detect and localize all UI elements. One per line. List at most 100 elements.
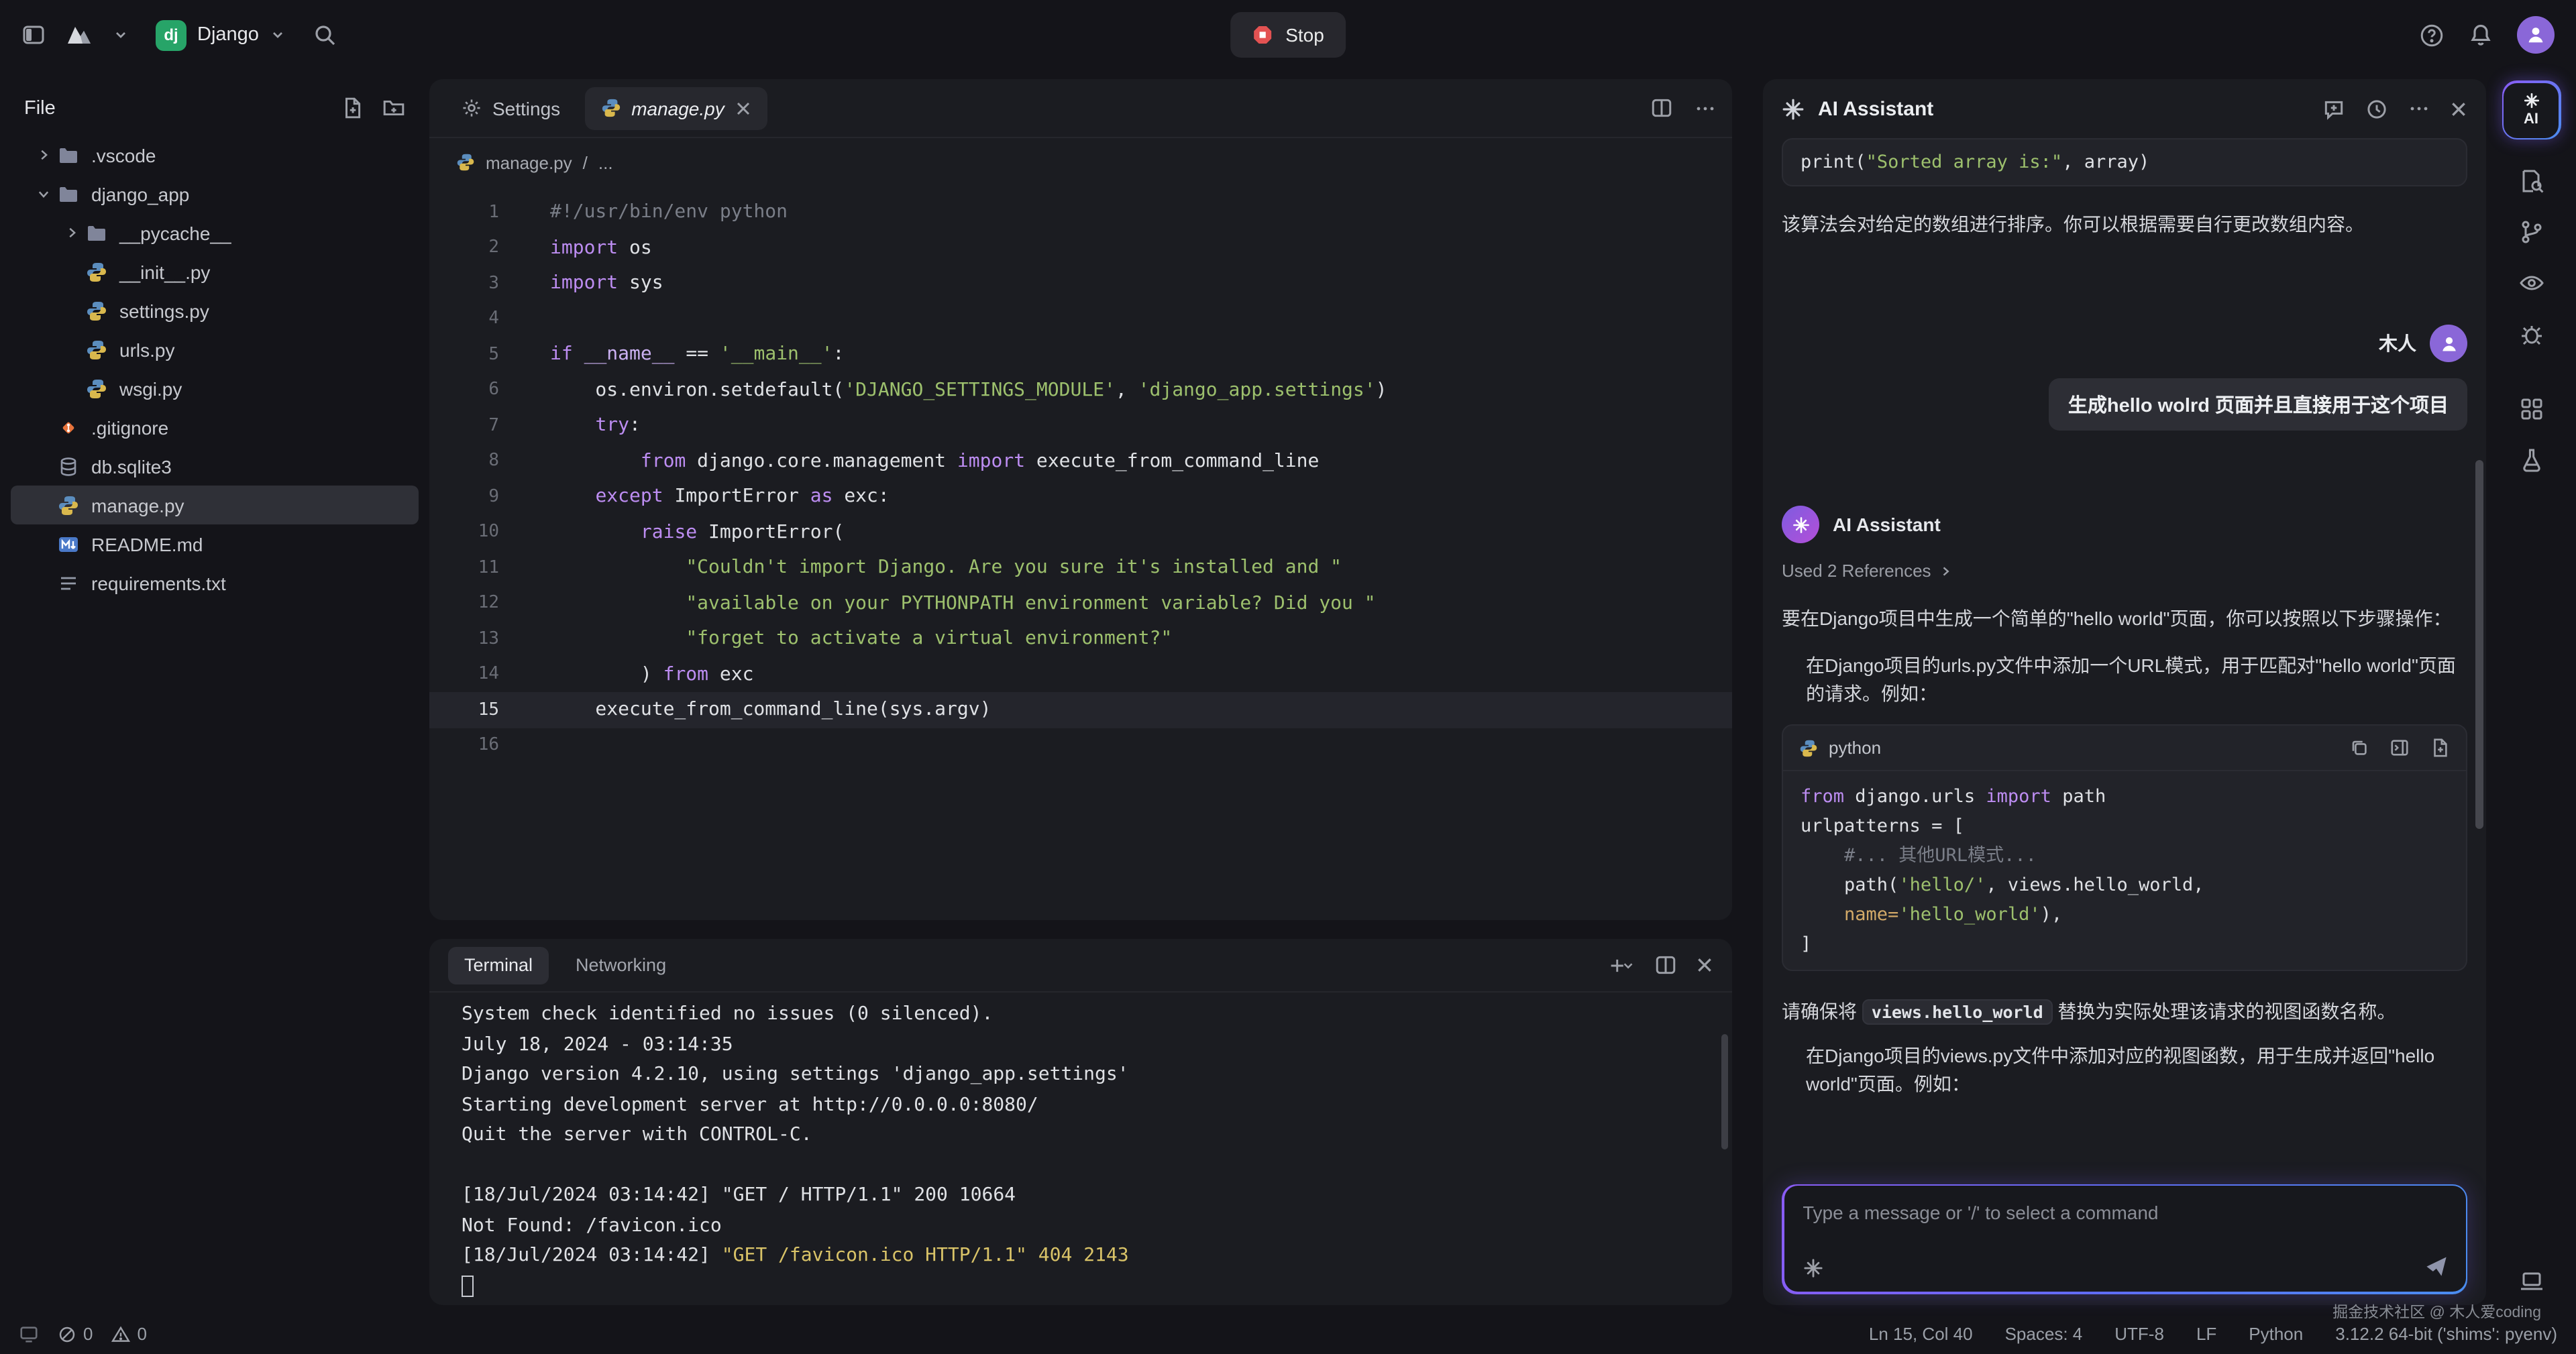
close-icon[interactable] [2450,97,2467,120]
breadcrumb[interactable]: manage.py / ... [429,138,1732,186]
code-line[interactable]: 11 "Couldn't import Django. Are you sure… [429,550,1732,585]
split-terminal-icon[interactable] [1654,954,1677,976]
breadcrumb-more[interactable]: ... [598,152,613,172]
bug-icon[interactable] [2508,311,2554,357]
code-line[interactable]: 9 except ImportError as exc: [429,479,1732,514]
terminal-scrollbar[interactable] [1721,1034,1728,1149]
tab-networking[interactable]: Networking [559,946,682,984]
fleet-logo-icon[interactable] [64,23,94,47]
file-tree-item[interactable]: manage.py [11,486,419,524]
file-tree-item[interactable]: urls.py [11,330,419,369]
tab-terminal[interactable]: Terminal [448,946,549,984]
terminal-output[interactable]: System check identified no issues (0 sil… [429,993,1732,1305]
user-message-bubble: 生成hello wolrd 页面并且直接用于这个项目 [2049,378,2467,431]
tab-settings[interactable]: Settings [445,87,576,129]
editor-tab-bar: Settings manage.py [429,79,1732,138]
file-tree-item[interactable]: __pycache__ [11,213,419,252]
terminal-line: Django version 4.2.10, using settings 'd… [462,1064,1732,1094]
insert-to-editor-icon[interactable] [2390,738,2410,758]
code-line[interactable]: 5if __name__ == '__main__': [429,337,1732,372]
terminal-line: July 18, 2024 - 03:14:35 [462,1033,1732,1064]
eye-icon[interactable] [2508,260,2554,306]
references-toggle[interactable]: Used 2 References [1782,561,2467,581]
stop-button[interactable]: Stop [1230,12,1346,58]
file-tree-item[interactable]: __init__.py [11,252,419,291]
code-line[interactable]: 3import sys [429,266,1732,301]
status-item[interactable]: Ln 15, Col 40 [1869,1324,1973,1344]
history-icon[interactable] [2365,97,2388,120]
chat-scrollbar[interactable] [2475,460,2483,829]
folder-icon [56,144,80,166]
user-message-header: 木人 [1782,325,2467,362]
file-tree-item[interactable]: settings.py [11,291,419,330]
chevron-down-icon[interactable] [113,27,129,43]
notifications-bell-icon[interactable] [2469,23,2493,47]
ai-tool-button[interactable]: AI [2502,80,2561,139]
code-line[interactable]: 15 execute_from_command_line(sys.argv) [429,692,1732,728]
help-icon[interactable] [2419,22,2445,48]
code-line[interactable]: 14 ) from exc [429,657,1732,692]
user-name: 木人 [2379,330,2416,357]
search-files-icon[interactable] [2508,158,2554,204]
open-in-new-file-icon[interactable] [2430,738,2450,758]
status-item[interactable]: Python [2249,1324,2303,1344]
close-icon[interactable] [1696,956,1713,974]
new-chat-icon[interactable] [2322,97,2345,120]
user-avatar[interactable] [2517,16,2555,54]
new-folder-icon[interactable] [382,97,405,119]
code-line[interactable]: 6 os.environ.setdefault('DJANGO_SETTINGS… [429,372,1732,408]
more-icon[interactable] [1695,97,1716,119]
file-tree-item[interactable]: db.sqlite3 [11,447,419,486]
code-line[interactable]: 1#!/usr/bin/env python [429,194,1732,230]
code-editor[interactable]: 1#!/usr/bin/env python2import os3import … [429,186,1732,920]
line-number: 8 [429,451,526,471]
status-item[interactable]: 3.12.2 64-bit ('shims': pyenv) [2335,1324,2557,1344]
stop-label: Stop [1285,24,1324,46]
code-line[interactable]: 7 try: [429,408,1732,443]
flask-icon[interactable] [2508,437,2554,483]
code-line[interactable]: 12 "available on your PYTHONPATH environ… [429,585,1732,621]
display-icon[interactable] [19,1324,39,1344]
toggle-left-panel-icon[interactable] [21,23,46,47]
new-file-icon[interactable] [341,97,364,119]
close-icon[interactable] [735,100,751,116]
code-line[interactable]: 16 [429,728,1732,763]
code-line[interactable]: 8 from django.core.management import exe… [429,443,1732,479]
git-branch-icon[interactable] [2508,209,2554,255]
file-name: README.md [80,533,203,555]
status-item[interactable]: UTF-8 [2114,1324,2164,1344]
send-icon[interactable] [2424,1254,2448,1278]
code-line[interactable]: 13 "forget to activate a virtual environ… [429,621,1732,657]
chevron-down-icon[interactable] [30,186,56,201]
new-terminal-icon[interactable] [1609,956,1635,974]
warning-count[interactable]: 0 [111,1324,146,1344]
line-number: 13 [429,629,526,649]
file-tree-item[interactable]: wsgi.py [11,369,419,408]
chevron-right-icon[interactable] [58,225,85,240]
code-line[interactable]: 10 raise ImportError( [429,514,1732,550]
split-editor-icon[interactable] [1650,97,1673,119]
chevron-right-icon[interactable] [30,148,56,162]
file-tree-item[interactable]: README.md [11,524,419,563]
code-line[interactable]: 4 [429,301,1732,337]
workspace-selector[interactable]: dj Django [148,14,294,56]
line-number: 15 [429,700,526,720]
file-tree-item[interactable]: django_app [11,174,419,213]
code-line[interactable]: 2import os [429,230,1732,266]
more-icon[interactable] [2408,97,2430,120]
tab-manage-py[interactable]: manage.py [584,87,767,129]
status-item[interactable]: Spaces: 4 [2005,1324,2083,1344]
file-tree-item[interactable]: .gitignore [11,408,419,447]
grid-icon[interactable] [2508,386,2554,432]
search-icon[interactable] [313,23,337,47]
laptop-icon[interactable] [2508,1257,2554,1303]
status-item[interactable]: LF [2196,1324,2216,1344]
file-tree-item[interactable]: .vscode [11,135,419,174]
workspace-name: Django [197,24,259,46]
chat-input[interactable] [1803,1202,2395,1223]
commands-sparkle-icon[interactable] [1803,1258,1823,1278]
error-count[interactable]: 0 [58,1324,93,1344]
chat-messages: print("Sorted array is:", array) 该算法会对给定… [1763,138,2486,1304]
file-tree-item[interactable]: requirements.txt [11,563,419,602]
copy-icon[interactable] [2349,738,2369,758]
